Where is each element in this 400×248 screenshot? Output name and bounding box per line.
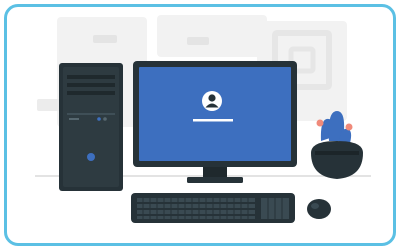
tower-slot xyxy=(67,113,115,115)
mouse xyxy=(307,199,331,219)
computer-tower xyxy=(59,63,123,191)
keyboard xyxy=(131,193,295,223)
password-field-line xyxy=(193,119,233,122)
keyboard-row-2 xyxy=(137,204,255,208)
tower-status-led-2 xyxy=(103,117,107,121)
user-icon xyxy=(202,91,222,111)
power-button-icon xyxy=(87,153,95,161)
cactus-plant xyxy=(311,111,363,179)
plant-pot-rim-shadow xyxy=(315,151,359,155)
user-icon-head xyxy=(208,94,216,102)
mouse-body xyxy=(307,199,331,219)
keyboard-row-4 xyxy=(137,216,255,219)
keyboard-row-1 xyxy=(137,198,255,202)
tower-status-led xyxy=(97,117,101,121)
tower-port-1 xyxy=(69,118,79,120)
monitor-stand-base xyxy=(187,177,243,183)
tower-drive-bay-1 xyxy=(67,75,115,79)
background-bar-top xyxy=(187,37,209,45)
cactus-flower-right xyxy=(345,123,353,131)
background-bar-small xyxy=(93,35,117,43)
background-panel-top xyxy=(157,15,267,57)
plant-pot xyxy=(311,141,363,179)
cactus-flower-left xyxy=(316,119,324,127)
monitor-screen xyxy=(139,67,291,161)
tower-drive-bay-3 xyxy=(67,91,115,95)
desktop-computer-illustration xyxy=(35,15,371,223)
monitor xyxy=(133,61,297,183)
mouse-highlight xyxy=(311,203,319,209)
keyboard-row-3 xyxy=(137,210,255,214)
illustration-frame xyxy=(4,4,396,246)
tower-drive-bay-2 xyxy=(67,83,115,87)
